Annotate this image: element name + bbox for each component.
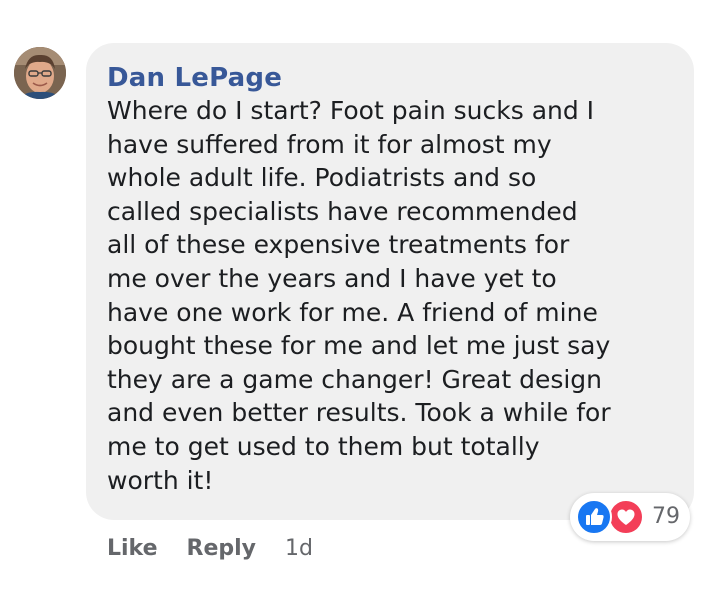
love-icon	[608, 499, 644, 535]
comment-bubble: Dan LePage Where do I start? Foot pain s…	[86, 43, 694, 520]
reaction-count[interactable]: 79	[652, 504, 680, 530]
comment-author[interactable]: Dan LePage	[107, 61, 674, 95]
like-button[interactable]: Like	[107, 536, 158, 561]
avatar[interactable]	[14, 47, 66, 99]
comment-timestamp[interactable]: 1d	[285, 536, 313, 561]
reply-button[interactable]: Reply	[187, 536, 257, 561]
comment-text: Where do I start? Foot pain sucks and I …	[107, 96, 611, 495]
reactions-summary[interactable]: 79	[570, 493, 690, 541]
like-icon	[576, 499, 612, 535]
comment-actions: Like Reply 1d	[107, 534, 313, 564]
